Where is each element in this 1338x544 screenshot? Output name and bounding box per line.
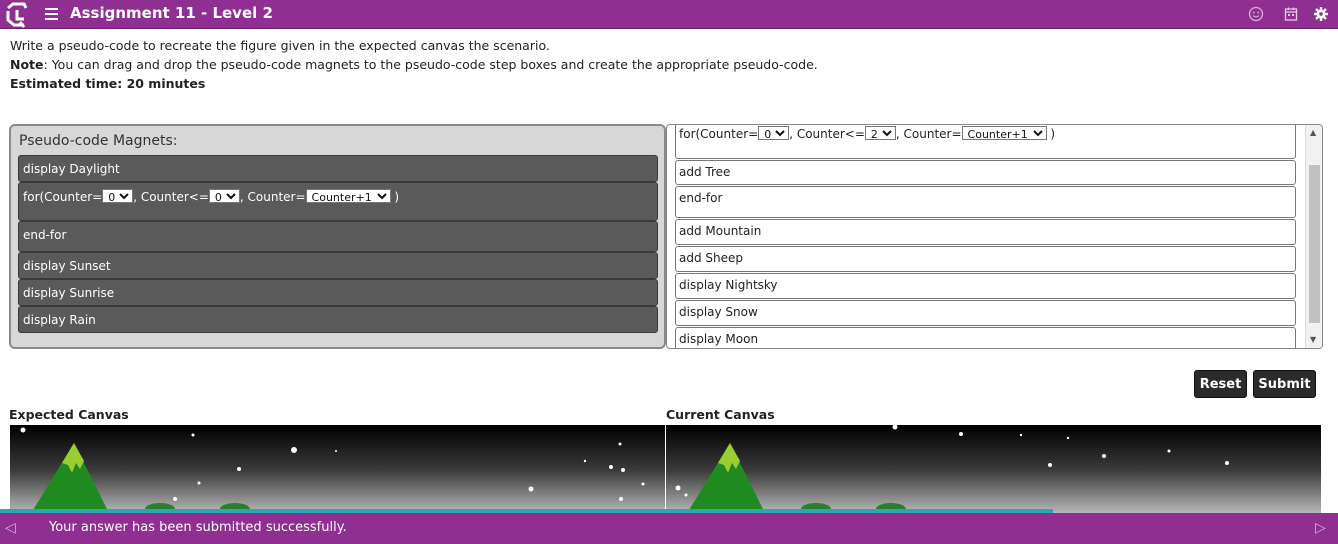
app-root: Assignment 11 - Level 2 Write a pseudo-c… xyxy=(0,0,1338,544)
submit-button[interactable]: Submit xyxy=(1253,370,1316,398)
scrollbar-thumb[interactable] xyxy=(1309,165,1320,323)
step-add-mountain[interactable]: add Mountain xyxy=(675,219,1296,245)
scroll-up-arrow-icon[interactable]: ▲ xyxy=(1310,128,1316,137)
for-incr-label: , Counter= xyxy=(239,190,306,204)
magnet-for-incr-select[interactable]: Counter+1 xyxy=(305,189,391,203)
instruction-text: Write a pseudo-code to recreate the figu… xyxy=(10,38,550,53)
instruction-note: Note: You can drag and drop the pseudo-c… xyxy=(10,57,818,72)
estimated-time: Estimated time: 20 minutes xyxy=(10,76,206,91)
step-for-cond-label: , Counter<= xyxy=(789,127,865,141)
step-for-prefix: for(Counter= xyxy=(679,127,759,141)
brand-logo-icon xyxy=(6,2,28,28)
reset-button[interactable]: Reset xyxy=(1194,370,1247,398)
steps-scrollbar[interactable]: ▲ ▼ xyxy=(1305,125,1322,348)
current-canvas-label: Current Canvas xyxy=(666,407,775,422)
scroll-down-arrow-icon[interactable]: ▼ xyxy=(1310,335,1316,344)
magnet-display-daylight[interactable]: display Daylight xyxy=(18,155,658,182)
for-suffix: ) xyxy=(390,190,400,204)
for-cond-label: , Counter<= xyxy=(133,190,209,204)
bottom-status-bar: ◁ Your answer has been submitted success… xyxy=(0,513,1338,544)
magnet-for-loop[interactable]: for(Counter= 0, Counter<= 0, Counter= Count… xyxy=(18,182,658,221)
magnet-display-sunset[interactable]: display Sunset xyxy=(18,252,658,279)
step-end-for[interactable]: end-for xyxy=(675,186,1296,218)
current-canvas xyxy=(666,425,1321,515)
step-for-init-select[interactable]: 0 xyxy=(758,126,790,140)
magnet-end-for[interactable]: end-for xyxy=(18,221,658,252)
expected-canvas-label: Expected Canvas xyxy=(9,407,129,422)
magnets-panel: Pseudo-code Magnets: display Daylight fo… xyxy=(9,124,666,349)
expected-canvas xyxy=(10,425,665,515)
magnet-display-sunrise[interactable]: display Sunrise xyxy=(18,279,658,306)
pseudo-code-steps-panel[interactable]: for(Counter= 0, Counter<= 2, Counter= Count… xyxy=(666,124,1323,349)
step-for-incr-select[interactable]: Counter+1 xyxy=(961,126,1047,140)
step-for-suffix: ) xyxy=(1046,127,1056,141)
next-arrow-icon[interactable]: ▷ xyxy=(1315,520,1326,536)
for-prefix: for(Counter= xyxy=(23,190,103,204)
step-display-snow[interactable]: display Snow xyxy=(675,300,1296,326)
magnets-panel-title: Pseudo-code Magnets: xyxy=(19,133,178,149)
step-for-loop[interactable]: for(Counter= 0, Counter<= 2, Counter= Count… xyxy=(675,125,1296,159)
page-title: Assignment 11 - Level 2 xyxy=(70,4,273,22)
magnet-for-init-select[interactable]: 0 xyxy=(102,189,134,203)
note-text: : You can drag and drop the pseudo-code … xyxy=(43,57,818,72)
calendar-icon[interactable] xyxy=(1283,6,1299,22)
magnet-for-cond-select[interactable]: 0 xyxy=(208,189,240,203)
smiley-icon[interactable] xyxy=(1248,6,1264,22)
step-display-nightsky[interactable]: display Nightsky xyxy=(675,273,1296,299)
note-label: Note xyxy=(10,57,44,72)
step-for-cond-select[interactable]: 2 xyxy=(864,126,896,140)
settings-gear-icon[interactable] xyxy=(1313,6,1329,22)
magnet-display-rain[interactable]: display Rain xyxy=(18,306,658,333)
step-display-moon[interactable]: display Moon xyxy=(675,327,1296,348)
top-bar: Assignment 11 - Level 2 xyxy=(0,0,1338,29)
previous-arrow-icon[interactable]: ◁ xyxy=(5,520,16,536)
step-add-sheep[interactable]: add Sheep xyxy=(675,246,1296,272)
submission-status-message: Your answer has been submitted successfu… xyxy=(49,520,347,535)
step-for-incr-label: , Counter= xyxy=(895,127,962,141)
step-add-tree[interactable]: add Tree xyxy=(675,160,1296,185)
hamburger-menu-icon[interactable] xyxy=(45,8,58,20)
